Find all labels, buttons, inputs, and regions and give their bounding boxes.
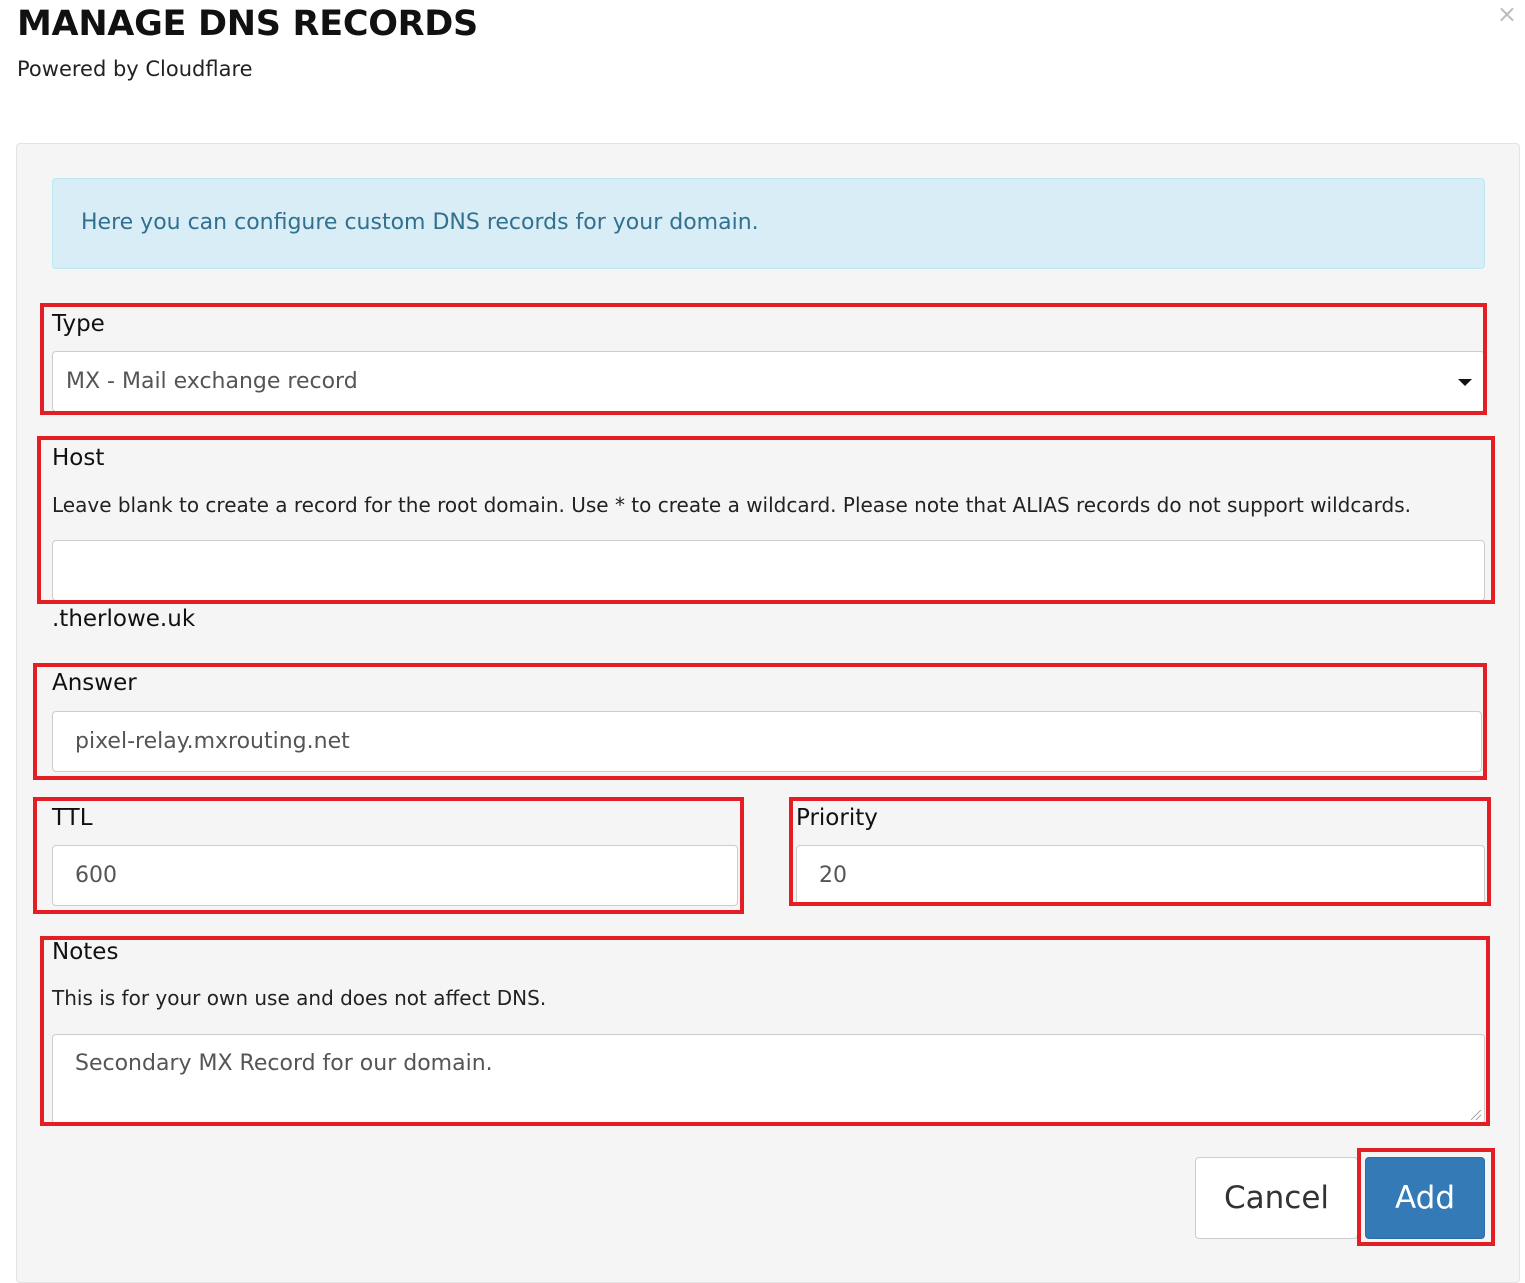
close-icon[interactable]: × — [1497, 2, 1517, 26]
caret-down-icon — [1458, 379, 1472, 386]
answer-label: Answer — [52, 670, 137, 696]
info-alert: Here you can configure custom DNS record… — [52, 178, 1485, 269]
modal-subtitle: Powered by Cloudflare — [17, 57, 253, 81]
host-label: Host — [52, 445, 105, 471]
priority-label: Priority — [796, 805, 878, 831]
priority-input[interactable]: 20 — [796, 845, 1485, 906]
notes-value: Secondary MX Record for our domain. — [75, 1051, 493, 1076]
host-domain-suffix: .therlowe.uk — [52, 606, 196, 632]
cancel-button[interactable]: Cancel — [1195, 1157, 1358, 1239]
host-help-text: Leave blank to create a record for the r… — [52, 493, 1411, 517]
resize-grip-icon[interactable] — [1471, 1110, 1481, 1120]
host-input[interactable] — [52, 540, 1485, 601]
answer-input[interactable]: pixel-relay.mxrouting.net — [52, 711, 1482, 772]
ttl-input[interactable]: 600 — [52, 845, 738, 906]
type-selected-value: MX - Mail exchange record — [66, 369, 358, 394]
type-label: Type — [52, 311, 105, 337]
add-button[interactable]: Add — [1365, 1157, 1485, 1239]
modal-title: MANAGE DNS RECORDS — [17, 4, 478, 44]
ttl-label: TTL — [52, 805, 93, 831]
type-select[interactable]: MX - Mail exchange record — [52, 351, 1485, 412]
notes-help-text: This is for your own use and does not af… — [52, 986, 547, 1010]
notes-textarea[interactable]: Secondary MX Record for our domain. — [52, 1034, 1485, 1124]
notes-label: Notes — [52, 939, 119, 965]
